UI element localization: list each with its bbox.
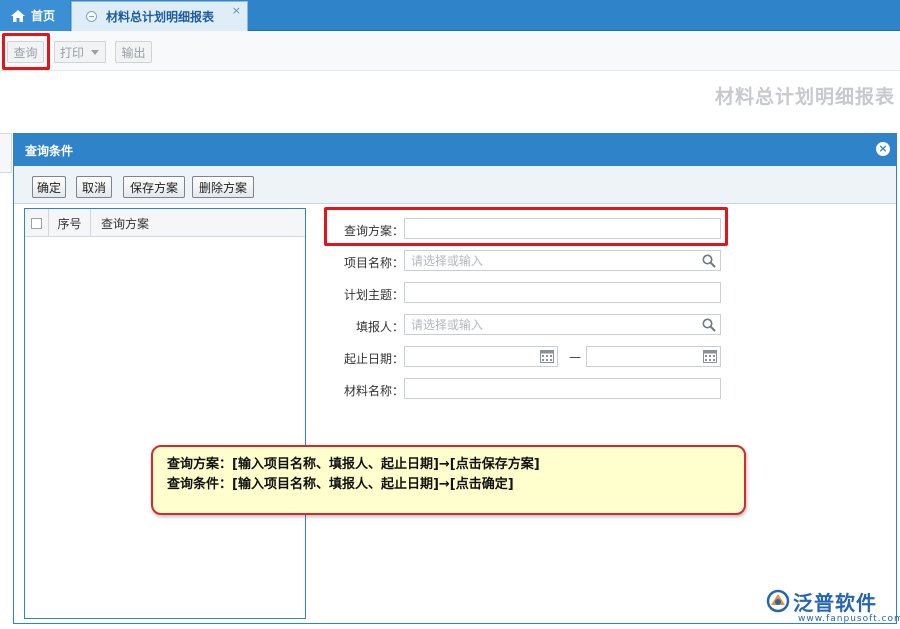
export-button[interactable]: 输出 xyxy=(115,41,152,63)
cancel-button[interactable]: 取消 xyxy=(76,176,112,198)
delete-plan-button[interactable]: 删除方案 xyxy=(192,176,254,198)
dialog-toolbar: 确定 取消 保存方案 删除方案 xyxy=(14,166,896,204)
project-placeholder: 请选择或输入 xyxy=(411,254,484,268)
project-label: 项目名称： xyxy=(343,256,404,270)
brand-logo: 泛普软件 www.fanpusoft.com xyxy=(766,587,900,627)
query-form: 查询方案： 项目名称： 请选择或输入 计划主题： 填报人： 请选择或输入 起止日… xyxy=(314,208,896,619)
home-icon xyxy=(11,9,25,22)
logo-url: www.fanpusoft.com xyxy=(798,614,900,624)
report-toolbar: 查询 打印 输出 xyxy=(0,31,900,71)
logo-name: 泛普软件 xyxy=(793,591,877,615)
material-field[interactable] xyxy=(404,378,721,399)
background-grid-edge xyxy=(0,133,12,173)
select-all-checkbox[interactable] xyxy=(31,218,42,229)
project-field[interactable]: 请选择或输入 xyxy=(404,250,721,271)
end-date-field[interactable] xyxy=(586,346,721,367)
search-icon[interactable] xyxy=(702,318,716,332)
filler-placeholder: 请选择或输入 xyxy=(411,318,484,332)
search-icon[interactable] xyxy=(702,254,716,268)
calendar-icon[interactable] xyxy=(540,350,554,363)
tab-report[interactable]: 材料总计划明细报表 × xyxy=(71,1,248,31)
column-header-no: 序号 xyxy=(48,209,90,237)
column-header-plan: 查询方案 xyxy=(90,209,305,237)
query-button-highlight xyxy=(2,33,50,70)
report-title: 材料总计划明细报表 xyxy=(714,86,895,108)
logo-mark-icon xyxy=(766,589,790,613)
tab-home[interactable]: 首页 xyxy=(0,0,70,31)
start-date-field[interactable] xyxy=(404,346,558,367)
material-label: 材料名称： xyxy=(343,384,404,398)
theme-field[interactable] xyxy=(404,282,721,303)
dialog-title: 查询条件 xyxy=(25,143,74,158)
note-line-2: 查询条件：[输入项目名称、填报人、起止日期]→[点击确定] xyxy=(167,477,514,492)
plan-list: 序号 查询方案 xyxy=(24,208,306,619)
filler-field[interactable]: 请选择或输入 xyxy=(404,314,721,335)
tab-home-label: 首页 xyxy=(31,9,56,23)
tab-close-icon[interactable]: × xyxy=(232,4,241,17)
date-label: 起止日期： xyxy=(343,352,404,366)
tab-bar: 首页 材料总计划明细报表 × xyxy=(0,0,900,31)
calendar-icon[interactable] xyxy=(703,350,717,363)
chevron-down-icon[interactable] xyxy=(91,50,99,55)
dialog-header: 查询条件 × xyxy=(14,134,896,166)
tab-report-label: 材料总计划明细报表 xyxy=(106,10,215,24)
plan-field-highlight xyxy=(324,207,728,246)
filler-label: 填报人： xyxy=(355,320,404,334)
ok-button[interactable]: 确定 xyxy=(32,176,66,198)
date-separator: — xyxy=(569,350,581,364)
close-icon[interactable]: × xyxy=(876,142,890,156)
note-line-1: 查询方案：[输入项目名称、填报人、起止日期]→[点击保存方案] xyxy=(167,457,540,472)
plan-list-header: 序号 查询方案 xyxy=(25,209,305,237)
instruction-note: 查询方案：[输入项目名称、填报人、起止日期]→[点击保存方案] 查询条件：[输入… xyxy=(151,445,746,515)
save-plan-button[interactable]: 保存方案 xyxy=(123,176,185,198)
print-button-label: 打印 xyxy=(60,45,85,60)
print-button[interactable]: 打印 xyxy=(54,41,106,63)
page-icon xyxy=(86,11,97,22)
theme-label: 计划主题： xyxy=(343,288,404,302)
